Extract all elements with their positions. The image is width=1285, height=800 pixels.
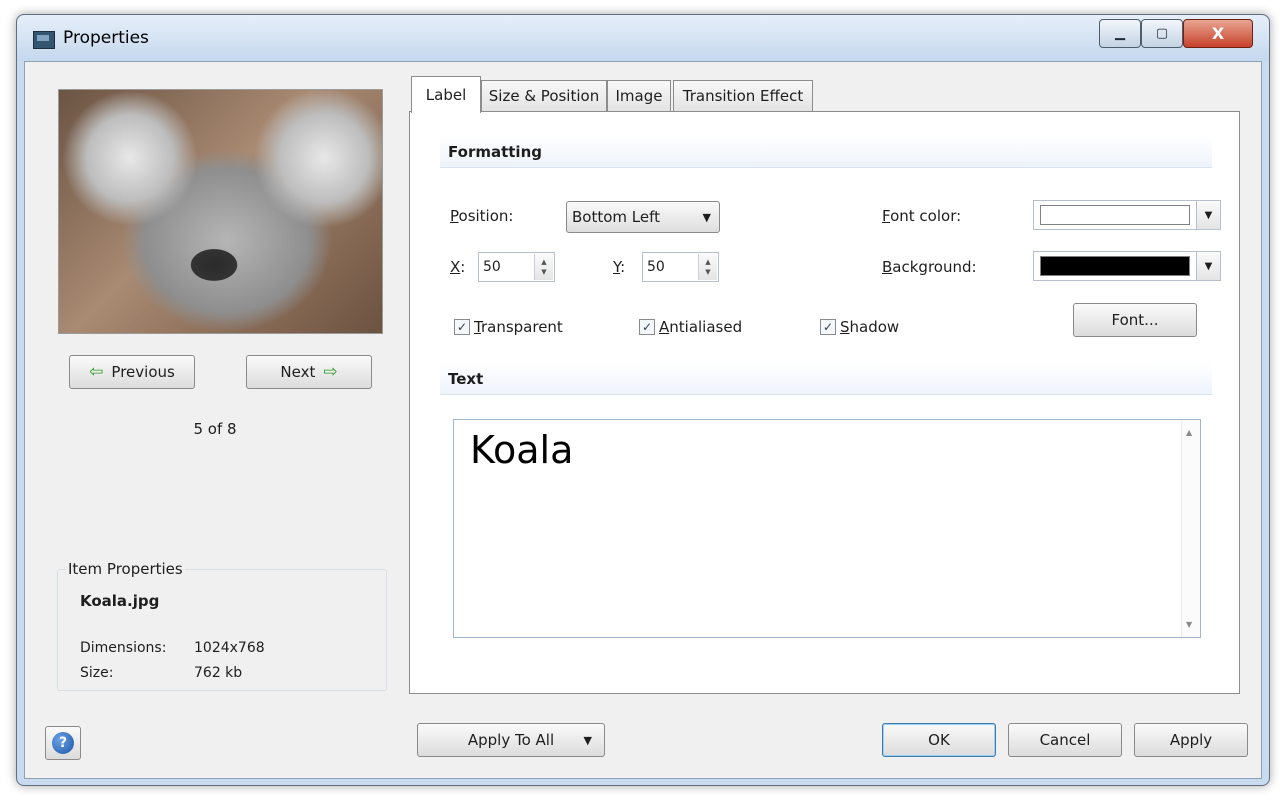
app-icon bbox=[33, 31, 55, 49]
next-button[interactable]: Next ⇨ bbox=[246, 355, 372, 389]
position-select[interactable]: Bottom Left ▼ bbox=[566, 201, 720, 233]
font-color-dropdown[interactable]: ▼ bbox=[1197, 200, 1221, 230]
font-color-label: Font color: bbox=[882, 207, 962, 225]
position-value: Bottom Left bbox=[572, 208, 661, 226]
previous-button-label: Previous bbox=[111, 363, 175, 381]
maximize-button[interactable]: ▢ bbox=[1141, 19, 1183, 48]
transparent-checkbox[interactable]: ✓ Transparent bbox=[454, 318, 563, 336]
label-text-value: Koala bbox=[470, 428, 574, 472]
next-button-label: Next bbox=[280, 363, 316, 381]
preview-image bbox=[58, 89, 383, 334]
help-button[interactable]: ? bbox=[45, 726, 81, 760]
label-tab-panel: Formatting Position: Bottom Left ▼ X: 50… bbox=[409, 111, 1240, 694]
size-value: 762 kb bbox=[194, 665, 243, 681]
chevron-down-icon: ▼ bbox=[1204, 209, 1213, 221]
apply-to-all-button[interactable]: Apply To All ▼ bbox=[417, 723, 605, 757]
size-label: Size: bbox=[80, 665, 114, 681]
font-color-swatch bbox=[1040, 205, 1190, 225]
minimize-icon: ▁ bbox=[1115, 26, 1125, 41]
item-counter: 5 of 8 bbox=[193, 420, 237, 438]
transparent-label: Transparent bbox=[474, 318, 563, 336]
help-icon: ? bbox=[52, 732, 74, 754]
background-label: Background: bbox=[882, 258, 977, 276]
window-title: Properties bbox=[63, 28, 149, 48]
close-button[interactable]: X bbox=[1183, 19, 1253, 48]
cancel-button[interactable]: Cancel bbox=[1008, 723, 1122, 757]
text-scrollbar[interactable]: ▲ ▼ bbox=[1181, 420, 1200, 637]
scroll-down-icon[interactable]: ▼ bbox=[1186, 620, 1192, 629]
apply-to-all-label: Apply To All bbox=[467, 731, 555, 749]
x-spin-buttons[interactable]: ▲ ▼ bbox=[534, 254, 553, 280]
item-properties-group: Item Properties Koala.jpg Dimensions: 10… bbox=[57, 560, 387, 691]
dimensions-value: 1024x768 bbox=[194, 640, 265, 656]
previous-button[interactable]: ⇦ Previous bbox=[69, 355, 195, 389]
y-stepper[interactable]: 50 ▲ ▼ bbox=[642, 252, 719, 282]
antialiased-checkbox[interactable]: ✓ Antialiased bbox=[639, 318, 742, 336]
label-text-input[interactable]: Koala ▲ ▼ bbox=[453, 419, 1201, 638]
chevron-down-icon: ▼ bbox=[702, 210, 711, 224]
x-stepper[interactable]: 50 ▲ ▼ bbox=[478, 252, 555, 282]
dimensions-label: Dimensions: bbox=[80, 640, 167, 656]
y-value: 50 bbox=[647, 259, 665, 275]
background-color-dropdown[interactable]: ▼ bbox=[1197, 251, 1221, 281]
x-value: 50 bbox=[483, 259, 501, 275]
x-label: X: bbox=[450, 258, 466, 276]
file-name: Koala.jpg bbox=[80, 592, 160, 610]
y-label: Y: bbox=[613, 258, 626, 276]
ok-button[interactable]: OK bbox=[882, 723, 996, 757]
check-icon: ✓ bbox=[454, 319, 470, 335]
tab-label[interactable]: Label bbox=[411, 76, 481, 113]
dialog-client-area: ⇦ Previous Next ⇨ 5 of 8 Item Properties… bbox=[24, 61, 1262, 779]
scroll-up-icon[interactable]: ▲ bbox=[1186, 428, 1192, 437]
arrow-left-icon: ⇦ bbox=[89, 362, 104, 382]
tab-image[interactable]: Image bbox=[607, 80, 671, 111]
item-properties-title: Item Properties bbox=[66, 560, 185, 578]
text-header: Text bbox=[440, 363, 1212, 395]
position-label: Position: bbox=[450, 207, 514, 225]
tab-size-position[interactable]: Size & Position bbox=[481, 80, 607, 111]
font-button[interactable]: Font... bbox=[1073, 303, 1197, 337]
antialiased-label: Antialiased bbox=[659, 318, 743, 336]
background-color-picker[interactable] bbox=[1033, 251, 1197, 281]
arrow-right-icon: ⇨ bbox=[323, 362, 338, 382]
shadow-checkbox[interactable]: ✓ Shadow bbox=[820, 318, 899, 336]
y-spin-buttons[interactable]: ▲ ▼ bbox=[698, 254, 717, 280]
tab-transition-effect[interactable]: Transition Effect bbox=[673, 80, 813, 111]
font-color-picker[interactable] bbox=[1033, 200, 1197, 230]
title-bar[interactable]: Properties ▁ ▢ X bbox=[17, 15, 1269, 61]
shadow-label: Shadow bbox=[840, 318, 900, 336]
check-icon: ✓ bbox=[820, 319, 836, 335]
apply-button[interactable]: Apply bbox=[1134, 723, 1248, 757]
properties-window: Properties ▁ ▢ X ⇦ Previous Next ⇨ 5 of … bbox=[16, 14, 1270, 786]
chevron-down-icon: ▼ bbox=[1204, 260, 1213, 272]
close-icon: X bbox=[1211, 24, 1225, 43]
minimize-button[interactable]: ▁ bbox=[1099, 19, 1141, 48]
chevron-down-icon: ▼ bbox=[583, 733, 592, 747]
background-color-swatch bbox=[1040, 256, 1190, 276]
maximize-icon: ▢ bbox=[1155, 26, 1169, 41]
check-icon: ✓ bbox=[639, 319, 655, 335]
formatting-header: Formatting bbox=[440, 136, 1212, 168]
